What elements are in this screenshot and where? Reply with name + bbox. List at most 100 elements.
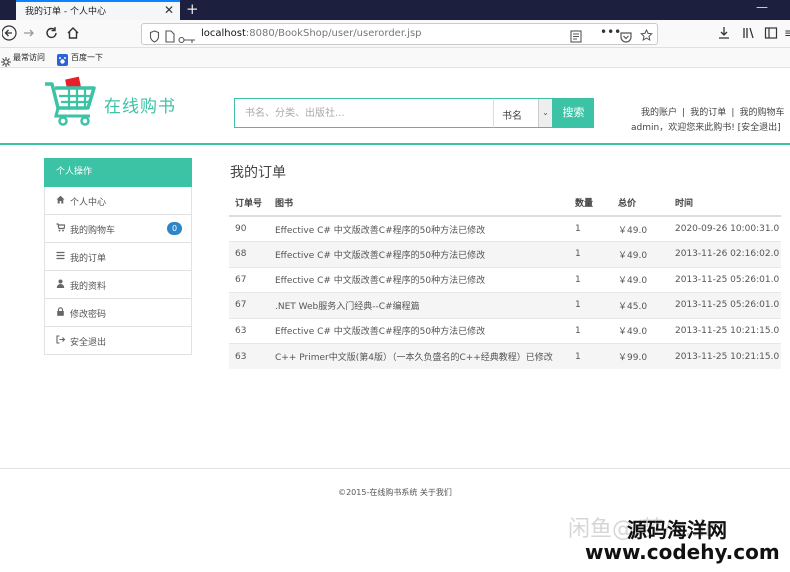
column-header-time: 时间 (669, 190, 781, 217)
column-header-total: 总价 (612, 190, 669, 217)
quantity-cell: 1 (569, 292, 612, 318)
footer-text: ©2015-在线购书系统 关于我们 (338, 488, 452, 497)
sidebar-item-change-password[interactable]: 修改密码 (44, 299, 192, 327)
url-path: :8080/BookShop/user/userorder.jsp (245, 28, 422, 39)
user-icon (56, 279, 65, 289)
chevron-down-icon: ⌄ (538, 99, 552, 127)
sidebar-toggle-icon[interactable] (764, 24, 778, 47)
bookmark-star-icon[interactable] (640, 27, 653, 46)
order-id-cell: 63 (229, 343, 269, 369)
sidebar-item-logout[interactable]: 安全退出 (44, 327, 192, 355)
sidebar-item-orders[interactable]: 我的订单 (44, 243, 192, 271)
cart-count-badge: 0 (167, 222, 182, 235)
lock-icon (56, 307, 65, 317)
total-cell: ￥49.0 (612, 317, 669, 344)
browser-tab-bar: 我的订单 - 个人中心 ✕ + — (0, 0, 790, 20)
column-header-book: 图书 (269, 190, 569, 217)
time-cell: 2013-11-25 05:26:01.0 (669, 266, 781, 293)
home-icon[interactable] (66, 24, 80, 47)
book-cell: C++ Primer中文版(第4版）（一本久负盛名的C++经典教程）已修改 (269, 343, 569, 369)
browser-tab[interactable]: 我的订单 - 个人中心 ✕ (16, 0, 180, 20)
reader-view-icon[interactable] (570, 28, 582, 47)
pocket-icon[interactable] (620, 28, 632, 47)
reload-icon[interactable] (45, 24, 59, 47)
shopping-cart-logo-icon (45, 76, 96, 126)
minimize-window-icon[interactable]: — (756, 0, 768, 14)
search-input[interactable] (234, 98, 494, 128)
table-row: 90 Effective C# 中文版改善C#程序的50种方法已修改 1 ￥49… (229, 215, 781, 242)
library-icon[interactable] (742, 24, 756, 47)
gear-icon (1, 52, 11, 71)
baidu-paw-icon (57, 51, 68, 70)
total-cell: ￥45.0 (612, 292, 669, 318)
order-id-cell: 68 (229, 241, 269, 267)
column-header-order-id: 订单号 (229, 190, 269, 217)
url-text: localhost:8080/BookShop/user/userorder.j… (201, 28, 422, 39)
total-cell: ￥99.0 (612, 343, 669, 369)
sidebar-item-profile[interactable]: 我的资料 (44, 271, 192, 299)
total-cell: ￥49.0 (612, 215, 669, 242)
book-cell: Effective C# 中文版改善C#程序的50种方法已修改 (269, 266, 569, 293)
list-icon (56, 251, 65, 261)
sidebar-item-label: 我的购物车 (70, 226, 116, 236)
total-cell: ￥49.0 (612, 266, 669, 293)
header-divider (0, 143, 790, 145)
page-title: 我的订单 (230, 165, 286, 181)
sidebar-item-label: 个人中心 (70, 198, 107, 208)
sidebar-heading: 个人操作 (44, 158, 192, 187)
total-cell: ￥49.0 (612, 241, 669, 267)
time-cell: 2013-11-25 10:21:15.0 (669, 317, 781, 344)
tab-title: 我的订单 - 个人中心 (25, 7, 106, 17)
table-row: 63 C++ Primer中文版(第4版）（一本久负盛名的C++经典教程）已修改… (229, 343, 781, 369)
page-actions-icon[interactable]: ••• (600, 25, 621, 39)
sidebar-item-label: 安全退出 (70, 338, 107, 348)
logout-link[interactable]: [安全退出] (738, 123, 781, 133)
column-header-quantity: 数量 (569, 190, 612, 217)
quantity-cell: 1 (569, 241, 612, 267)
sidebar-item-label: 修改密码 (70, 310, 107, 320)
search-category-value: 书名 (502, 111, 522, 122)
sidebar-item-label: 我的资料 (70, 282, 107, 292)
url-host: localhost (201, 28, 246, 39)
logo-text[interactable]: 在线购书 (104, 92, 176, 117)
table-row: 67 .NET Web服务入门经典--C#编程篇 1 ￥45.0 2013-11… (229, 292, 781, 318)
site-logo[interactable] (43, 76, 103, 130)
time-cell: 2013-11-25 05:26:01.0 (669, 292, 781, 318)
table-row: 63 Effective C# 中文版改善C#程序的50种方法已修改 1 ￥49… (229, 317, 781, 344)
footer-divider (0, 468, 790, 469)
shield-icon[interactable] (149, 28, 160, 47)
bookmark-most-visited[interactable]: 最常访问 (13, 52, 45, 63)
sidebar-item-cart[interactable]: 我的购物车 0 (44, 215, 192, 243)
time-cell: 2013-11-25 10:21:15.0 (669, 343, 781, 369)
cart-icon (56, 223, 66, 233)
book-cell: Effective C# 中文版改善C#程序的50种方法已修改 (269, 241, 569, 267)
sidebar-item-user-center[interactable]: 个人中心 (44, 187, 192, 215)
orders-table: 订单号 图书 数量 总价 时间 90 Effective C# 中文版改善C#程… (229, 190, 781, 369)
bookmarks-toolbar: 最常访问 百度一下 (0, 48, 790, 68)
search-category-select[interactable]: 书名 ⌄ (493, 98, 553, 128)
quantity-cell: 1 (569, 215, 612, 242)
search-button[interactable]: 搜索 (553, 98, 594, 128)
menu-icon[interactable]: ≡ (784, 24, 790, 42)
book-cell: .NET Web服务入门经典--C#编程篇 (269, 292, 569, 318)
order-id-cell: 90 (229, 215, 269, 242)
order-id-cell: 63 (229, 317, 269, 344)
address-bar[interactable]: localhost:8080/BookShop/user/userorder.j… (141, 23, 658, 45)
close-tab-icon[interactable]: ✕ (164, 3, 174, 17)
quantity-cell: 1 (569, 317, 612, 344)
back-icon[interactable] (1, 24, 18, 47)
permissions-icon[interactable] (178, 30, 196, 49)
browser-nav-bar: localhost:8080/BookShop/user/userorder.j… (0, 20, 790, 48)
book-cell: Effective C# 中文版改善C#程序的50种方法已修改 (269, 215, 569, 242)
order-id-cell: 67 (229, 266, 269, 293)
bookmark-baidu[interactable]: 百度一下 (71, 52, 103, 63)
downloads-icon[interactable] (718, 24, 730, 47)
quantity-cell: 1 (569, 343, 612, 369)
new-tab-icon[interactable]: + (186, 0, 199, 18)
forward-icon[interactable] (22, 24, 36, 47)
book-cell: Effective C# 中文版改善C#程序的50种方法已修改 (269, 317, 569, 344)
welcome-line: admin，欢迎您来此购书! [安全退出] (631, 115, 781, 134)
home-icon (56, 195, 65, 205)
sign-out-icon (56, 335, 66, 345)
order-id-cell: 67 (229, 292, 269, 318)
